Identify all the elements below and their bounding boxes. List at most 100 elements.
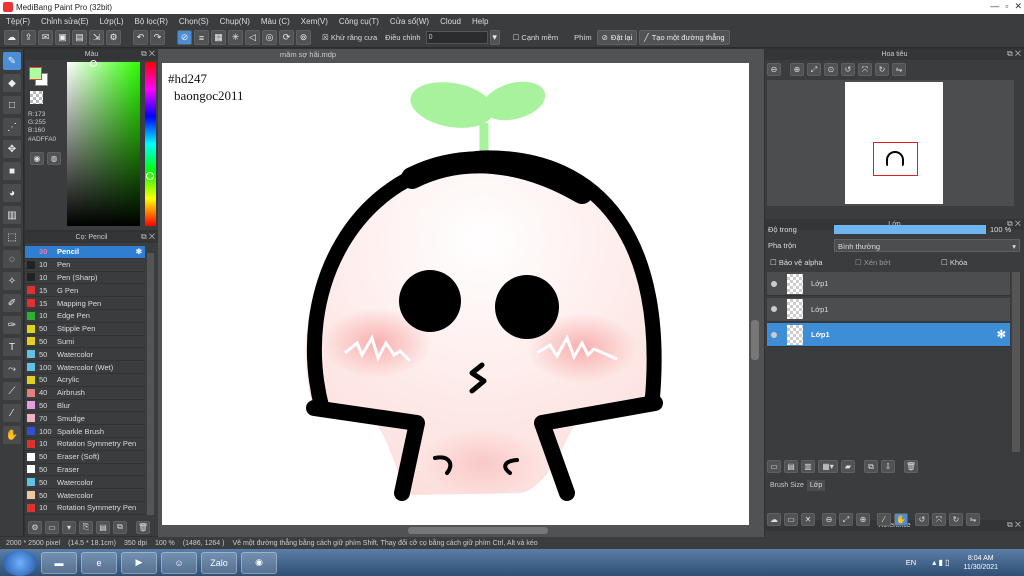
brush-item[interactable]: 50 Acrylic <box>25 374 145 387</box>
brush-list-scrollbar[interactable] <box>147 253 154 515</box>
folder-icon[interactable]: ▭ <box>45 520 59 534</box>
menu-file[interactable]: Tệp(F) <box>6 17 30 26</box>
menu-help[interactable]: Help <box>472 17 488 26</box>
rotate-left-icon[interactable]: ↺ <box>841 63 855 76</box>
soft-edge-checkbox[interactable]: ☐ Cạnh mềm <box>510 33 562 42</box>
rotate-left-icon[interactable]: ↺ <box>915 513 929 526</box>
close-icon[interactable]: ⧉ ✕ <box>141 232 155 242</box>
gear-icon[interactable]: ✻ <box>136 247 142 256</box>
canvas-vertical-scrollbar[interactable] <box>751 320 759 360</box>
eraser-tool-icon[interactable]: ◆ <box>3 74 21 92</box>
layer-row[interactable]: Lớp1 <box>767 297 1010 322</box>
close-icon[interactable]: ⧉ ✕ <box>1007 520 1021 530</box>
menu-color[interactable]: Màu (C) <box>261 17 290 26</box>
reset-rotate-icon[interactable]: ⤧ <box>932 513 946 526</box>
saturation-value-picker[interactable] <box>67 62 140 226</box>
tab-layer[interactable]: Lớp <box>806 480 826 491</box>
antialias-checkbox[interactable]: ☒ Khử răng cưa <box>319 33 380 42</box>
brush-item[interactable]: 40 Airbrush <box>25 387 145 400</box>
brush-item[interactable]: 70 Smudge <box>25 412 145 426</box>
maximize-button[interactable]: ▫ <box>1005 1 1008 12</box>
close-icon[interactable]: ⧉ ✕ <box>1007 49 1021 59</box>
brush-item[interactable]: 50 Sumi <box>25 336 145 349</box>
open-file-icon[interactable]: ▭ <box>784 513 798 526</box>
correction-select[interactable]: 0 <box>425 31 488 44</box>
language-indicator[interactable]: EN <box>906 558 916 567</box>
snap-off-icon[interactable]: ⊘ <box>177 30 192 45</box>
brush-item[interactable]: 10 Rotation Symmetry Pen <box>25 502 145 515</box>
brush-item[interactable]: 100 Watercolor (Wet) <box>25 361 145 374</box>
snap-circle-icon[interactable]: ◎ <box>262 30 277 45</box>
export-icon[interactable]: ⇲ <box>89 30 104 45</box>
visibility-icon[interactable] <box>771 331 777 338</box>
duplicate-icon[interactable]: ⧉ <box>113 520 127 534</box>
reset-button[interactable]: ⊘ Đặt lại <box>596 30 638 45</box>
chevron-down-icon[interactable]: ▾ <box>489 30 500 45</box>
hue-slider[interactable] <box>145 62 156 226</box>
trash-icon[interactable]: 🗑 <box>136 520 150 534</box>
zoom-out-icon[interactable]: ⊖ <box>822 513 836 526</box>
operation-tool-icon[interactable]: ⤳ <box>3 360 21 378</box>
zoom-out-icon[interactable]: ⊖ <box>767 63 781 76</box>
brush-tool-icon[interactable]: ✎ <box>3 52 21 70</box>
brush-item[interactable]: 50 Watercolor <box>25 476 145 490</box>
snap-radial-icon[interactable]: ✳ <box>228 30 243 45</box>
copy-brush-icon[interactable]: ⎘ <box>79 520 93 534</box>
snap-ellipse-icon[interactable]: ⊚ <box>296 30 311 45</box>
menu-view[interactable]: Xem(V) <box>301 17 328 26</box>
rotate-right-icon[interactable]: ↻ <box>875 63 889 76</box>
tray-icons[interactable]: ▴ ▮ ▯ <box>932 558 949 567</box>
menu-edit[interactable]: Chỉnh sửa(E) <box>41 17 89 26</box>
dot-tool-icon[interactable]: ⋰ <box>3 118 21 136</box>
lock-checkbox[interactable]: ☐ Khóa <box>941 258 967 267</box>
new-8bit-layer-icon[interactable]: ▥ <box>801 460 815 473</box>
brush-item[interactable]: 15 G Pen <box>25 284 145 298</box>
reset-rotate-icon[interactable]: ⤧ <box>858 63 872 76</box>
transparent-swatch[interactable] <box>30 91 43 104</box>
file-explorer-icon[interactable]: ▬ <box>41 551 77 574</box>
palette-icon[interactable]: ◉ <box>30 152 44 165</box>
layer-row[interactable]: Lớp1 ✻ <box>767 323 1010 347</box>
merge-down-icon[interactable]: ⇩ <box>881 460 895 473</box>
menu-filter[interactable]: Bộ lọc(R) <box>135 17 168 26</box>
app-green-icon[interactable]: ☺ <box>161 551 197 574</box>
start-button[interactable] <box>3 549 37 576</box>
brush-menu-icon[interactable]: ▾ <box>62 520 76 534</box>
navigator-viewport[interactable] <box>873 142 918 176</box>
gradient-tool-icon[interactable]: ▥ <box>3 206 21 224</box>
clock[interactable]: 8:04 AM 11/30/2021 <box>963 554 998 572</box>
bucket-tool-icon[interactable]: ◕ <box>3 184 21 202</box>
brush-item[interactable]: 50 Stipple Pen <box>25 323 145 336</box>
comment-icon[interactable]: ✉ <box>38 30 53 45</box>
menu-tools[interactable]: Công cụ(T) <box>339 17 379 26</box>
fill-rect-tool-icon[interactable]: ■ <box>3 162 21 180</box>
select-tool-icon[interactable]: ⬚ <box>3 228 21 246</box>
snap-vanish-icon[interactable]: ◁ <box>245 30 260 45</box>
menu-layer[interactable]: Lớp(L) <box>100 17 124 26</box>
navigator-thumbnail[interactable] <box>845 82 943 204</box>
upload-icon[interactable]: ⇪ <box>21 30 36 45</box>
rectangle-tool-icon[interactable]: □ <box>3 96 21 114</box>
menu-window[interactable]: Cửa sổ(W) <box>390 17 429 26</box>
close-button[interactable]: ✕ <box>1014 1 1022 12</box>
text-tool-icon[interactable]: T <box>3 338 21 356</box>
layer-row[interactable]: Lớp1 <box>767 272 1010 296</box>
chrome-icon[interactable]: ◉ <box>241 551 277 574</box>
trash-icon[interactable]: 🗑 <box>904 460 918 473</box>
brush-item[interactable]: 15 Mapping Pen <box>25 297 145 310</box>
tab-brush-size[interactable]: Brush Size <box>767 480 807 491</box>
brush-item[interactable]: 10 Pen <box>25 259 145 272</box>
save-icon[interactable]: ▣ <box>55 30 70 45</box>
blend-select[interactable]: Bình thường ▾ <box>834 239 1020 252</box>
snap-grid-icon[interactable]: ▦ <box>211 30 226 45</box>
brush-item[interactable]: 10 Edge Pen <box>25 310 145 323</box>
brush-settings-icon[interactable]: ▤ <box>96 520 110 534</box>
menu-capture[interactable]: Chụp(N) <box>220 17 250 26</box>
brush-item[interactable]: 50 Eraser (Soft) <box>25 451 145 464</box>
copy-layer-icon[interactable]: ⧉ <box>864 460 878 473</box>
settings-icon[interactable]: ⚙ <box>106 30 121 45</box>
brush-item[interactable]: 10 Pen (Sharp) <box>25 272 145 285</box>
brush-item[interactable]: 10 Rotation Symmetry Pen <box>25 438 145 451</box>
straight-line-button[interactable]: ╱ Tạo một đường thẳng <box>639 30 730 45</box>
opacity-slider[interactable] <box>834 225 986 234</box>
